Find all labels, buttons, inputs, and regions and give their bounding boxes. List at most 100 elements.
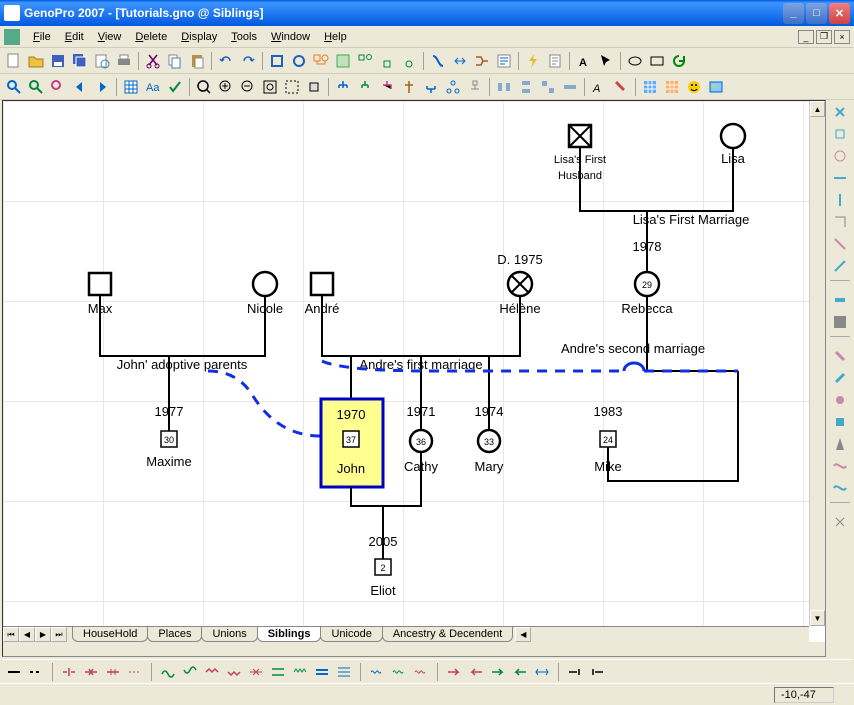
btb-dash-icon[interactable] (28, 664, 44, 680)
tb2-zoom-button[interactable] (194, 77, 214, 97)
tb2-layout-b-button[interactable] (516, 77, 536, 97)
tb2-font-button[interactable]: Aa (143, 77, 163, 97)
btb-arrow5-icon[interactable] (534, 664, 550, 680)
rtb-11[interactable] (830, 346, 850, 366)
rtb-17[interactable] (830, 478, 850, 498)
rtb-6[interactable] (830, 212, 850, 232)
scroll-down-button[interactable]: ▼ (810, 610, 825, 626)
menu-delete[interactable]: Delete (128, 29, 174, 45)
person-maxime[interactable]: 30 Maxime (146, 431, 192, 469)
tb2-zoom100-button[interactable] (282, 77, 302, 97)
tb2-color-button[interactable] (611, 77, 631, 97)
menu-window[interactable]: Window (264, 29, 317, 45)
tab-siblings[interactable]: Siblings (257, 627, 322, 642)
tb2-layout-a-button[interactable] (494, 77, 514, 97)
refresh-button[interactable] (669, 51, 689, 71)
rtb-16[interactable] (830, 456, 850, 476)
tb2-tree-g-button[interactable] (465, 77, 485, 97)
rtb-14[interactable] (830, 412, 850, 432)
menu-file[interactable]: File (26, 29, 58, 45)
copy-button[interactable] (165, 51, 185, 71)
scrollbar-vertical[interactable]: ▲ ▼ (809, 101, 825, 626)
rtb-3[interactable] (830, 146, 850, 166)
tb2-layout-c-button[interactable] (538, 77, 558, 97)
tab-last-button[interactable]: ⏭ (51, 627, 67, 642)
tab-first-button[interactable]: ⏮ (3, 627, 19, 642)
tb2-tree-c-button[interactable] (377, 77, 397, 97)
rtb-9[interactable] (830, 290, 850, 310)
btb-emo9-icon[interactable] (336, 664, 352, 680)
btb-emo2-icon[interactable] (182, 664, 198, 680)
btb-wave2-icon[interactable] (391, 664, 407, 680)
btb-emo3-icon[interactable] (204, 664, 220, 680)
tb2-zoomin-button[interactable] (216, 77, 236, 97)
btb-arrow4-icon[interactable] (512, 664, 528, 680)
tb2-tree-a-button[interactable] (333, 77, 353, 97)
rtb-10[interactable] (830, 312, 850, 332)
print-preview-button[interactable] (92, 51, 112, 71)
menu-edit[interactable]: Edit (58, 29, 91, 45)
add-son-button[interactable] (377, 51, 397, 71)
btb-wave3-icon[interactable] (413, 664, 429, 680)
tab-next-button[interactable]: ▶ (35, 627, 51, 642)
link-andre-second-marriage[interactable] (608, 295, 738, 481)
tb2-layout-d-button[interactable] (560, 77, 580, 97)
tb2-findlink-button[interactable] (48, 77, 68, 97)
paste-button[interactable] (187, 51, 207, 71)
tb2-image-button[interactable] (706, 77, 726, 97)
rtb-8[interactable] (830, 256, 850, 276)
btb-arrow3-icon[interactable] (490, 664, 506, 680)
btb-emo1-icon[interactable] (160, 664, 176, 680)
merge-button[interactable] (472, 51, 492, 71)
tab-unicode[interactable]: Unicode (320, 627, 382, 642)
tb2-tree-d-button[interactable] (399, 77, 419, 97)
add-daughter-button[interactable] (399, 51, 419, 71)
tb2-table-button[interactable] (121, 77, 141, 97)
link-adoptive-john[interactable] (208, 371, 321, 436)
person-mike[interactable]: 1983 24 Mike (594, 404, 623, 474)
tb2-font2-button[interactable]: A (589, 77, 609, 97)
report-button[interactable] (545, 51, 565, 71)
rtb-4[interactable] (830, 168, 850, 188)
new-female-button[interactable] (289, 51, 309, 71)
btb-line-icon[interactable] (6, 664, 22, 680)
tb2-smiley-button[interactable] (684, 77, 704, 97)
btb-rel1-icon[interactable] (61, 664, 77, 680)
btb-arrow2-icon[interactable] (468, 664, 484, 680)
tab-prev-button[interactable]: ◀ (19, 627, 35, 642)
tb2-next-button[interactable] (92, 77, 112, 97)
rtb-1[interactable] (830, 102, 850, 122)
link-adoptive-marriage[interactable] (100, 295, 265, 356)
open-button[interactable] (26, 51, 46, 71)
new-family-button[interactable] (311, 51, 331, 71)
menu-help[interactable]: Help (317, 29, 354, 45)
btb-rel3-icon[interactable] (105, 664, 121, 680)
rtb-5[interactable] (830, 190, 850, 210)
shape-ellipse-button[interactable] (625, 51, 645, 71)
btb-emo4-icon[interactable] (226, 664, 242, 680)
family-wizard-button[interactable] (333, 51, 353, 71)
redo-button[interactable] (238, 51, 258, 71)
close-button[interactable]: ✕ (829, 3, 850, 24)
rtb-7[interactable] (830, 234, 850, 254)
shape-rect-button[interactable] (647, 51, 667, 71)
tb2-zoomfit-button[interactable] (260, 77, 280, 97)
canvas[interactable]: Lisa's FirstHusband Lisa Lisa's First Ma… (3, 101, 809, 626)
menu-display[interactable]: Display (174, 29, 224, 45)
rtb-15[interactable] (830, 434, 850, 454)
tab-scroll-left-button[interactable]: ◀ (515, 627, 531, 642)
text-tool-button[interactable]: A (574, 51, 594, 71)
rtb-12[interactable] (830, 368, 850, 388)
scrollbar-horizontal[interactable] (3, 642, 825, 656)
tb2-tree-b-button[interactable] (355, 77, 375, 97)
new-male-button[interactable] (267, 51, 287, 71)
save-all-button[interactable] (70, 51, 90, 71)
cut-button[interactable] (143, 51, 163, 71)
tb2-autofind-button[interactable] (26, 77, 46, 97)
pointer-tool-button[interactable] (596, 51, 616, 71)
tab-unions[interactable]: Unions (201, 627, 257, 642)
btb-end1-icon[interactable] (567, 664, 583, 680)
lightning-button[interactable] (523, 51, 543, 71)
tb2-prev-button[interactable] (70, 77, 90, 97)
rtb-2[interactable] (830, 124, 850, 144)
